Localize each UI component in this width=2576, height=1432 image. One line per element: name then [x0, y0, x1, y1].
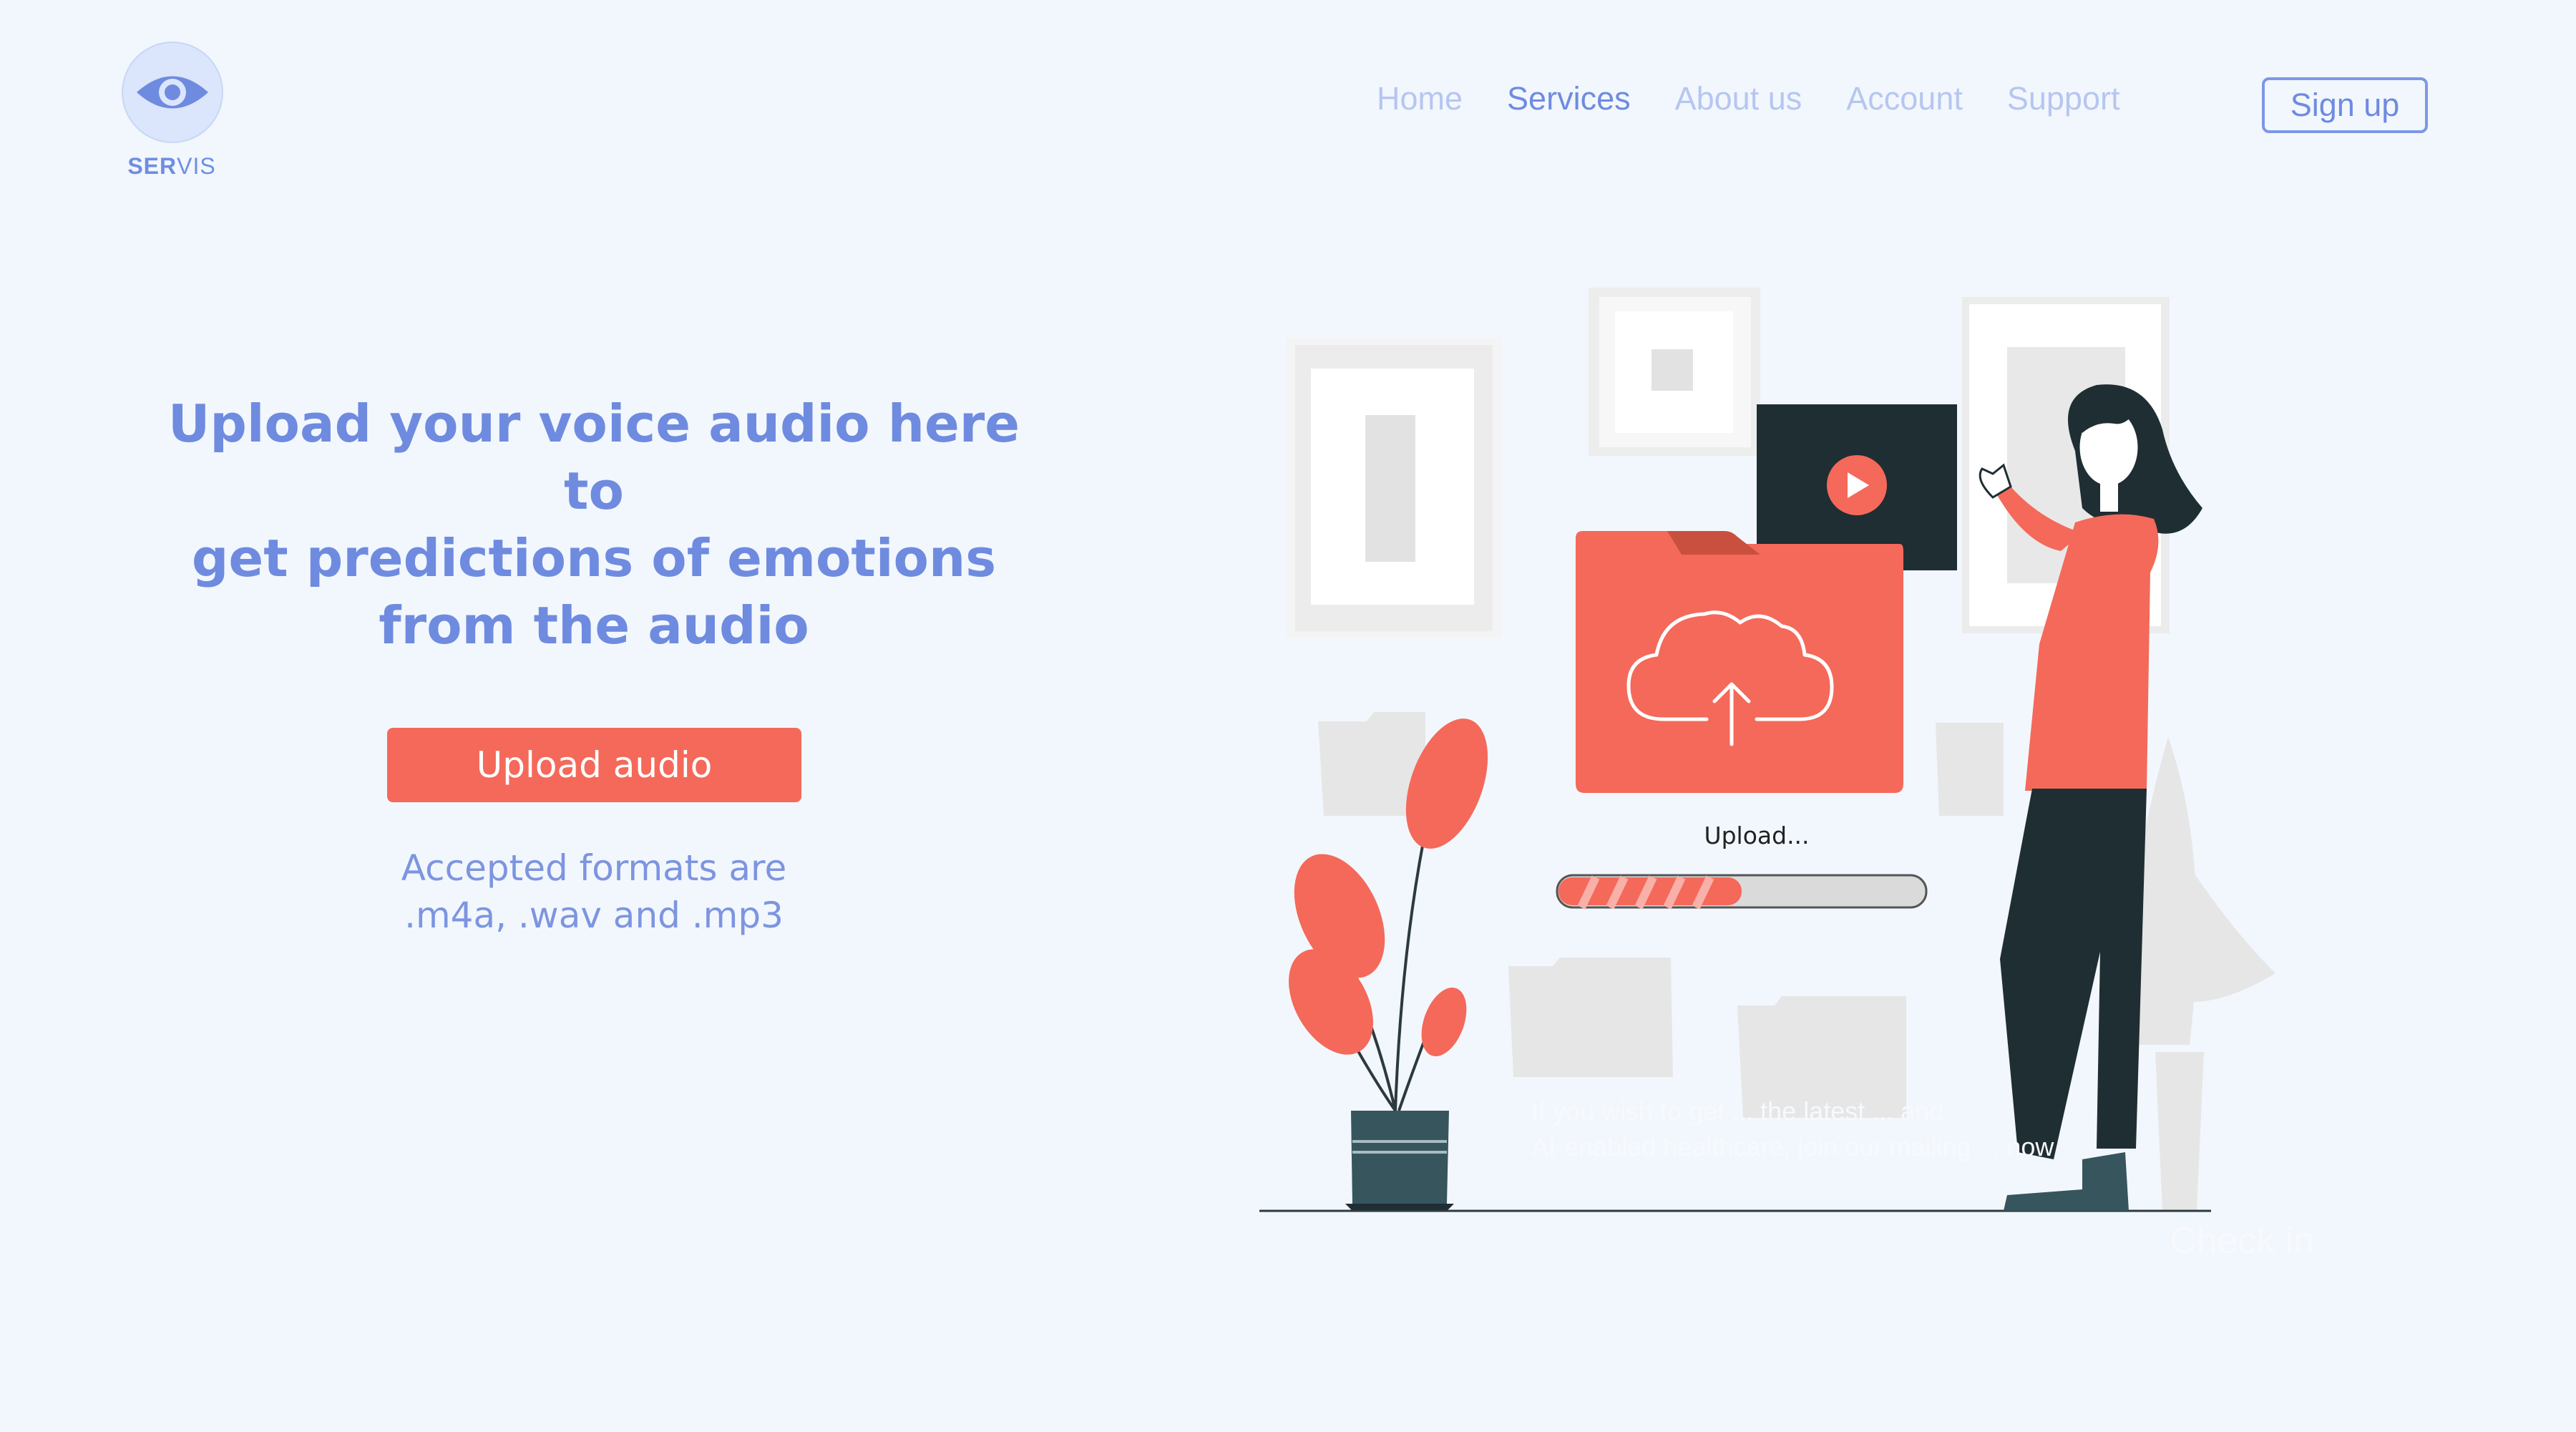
nav-account[interactable]: Account — [1846, 80, 1963, 117]
upload-status-label: Upload... — [1704, 822, 1810, 849]
page-headline: Upload your voice audio here to get pred… — [157, 390, 1030, 659]
nav-about-us[interactable]: About us — [1675, 80, 1802, 117]
faint-overlay-text: If you wish to get ... the latest ... an… — [1531, 1094, 2304, 1165]
formats-line: Accepted formats are — [401, 847, 787, 889]
picture-frame-middle — [1589, 288, 1760, 456]
eye-icon — [122, 42, 223, 143]
headline-line: Upload your voice audio here to — [167, 394, 1020, 521]
upload-progress-bar — [1556, 874, 1928, 910]
upload-folder — [1576, 531, 1903, 793]
nav-services[interactable]: Services — [1507, 80, 1631, 117]
accepted-formats-text: Accepted formats are .m4a, .wav and .mp3 — [372, 844, 816, 939]
brand-name: SERVIS — [127, 153, 216, 179]
nav-home[interactable]: Home — [1377, 80, 1463, 117]
headline-line: from the audio — [379, 595, 809, 656]
landing-page: SERVIS Home Services About us Account Su… — [0, 0, 2576, 1432]
sign-up-button[interactable]: Sign up — [2262, 77, 2428, 133]
picture-frame-left — [1287, 338, 1501, 638]
main-nav: Home Services About us Account Support — [1377, 80, 2164, 117]
logo[interactable]: SERVIS — [122, 42, 223, 180]
formats-line: .m4a, .wav and .mp3 — [404, 895, 784, 936]
faint-line: AI-enabled healthcare, join our mailing … — [1531, 1132, 2054, 1161]
headline-line: get predictions of emotions — [191, 528, 997, 588]
check-in-link[interactable]: Check in — [2170, 1219, 2314, 1262]
upload-audio-button[interactable]: Upload audio — [387, 728, 801, 802]
faint-line: If you wish to get ... the latest ... an… — [1531, 1096, 1944, 1126]
nav-support[interactable]: Support — [2007, 80, 2120, 117]
